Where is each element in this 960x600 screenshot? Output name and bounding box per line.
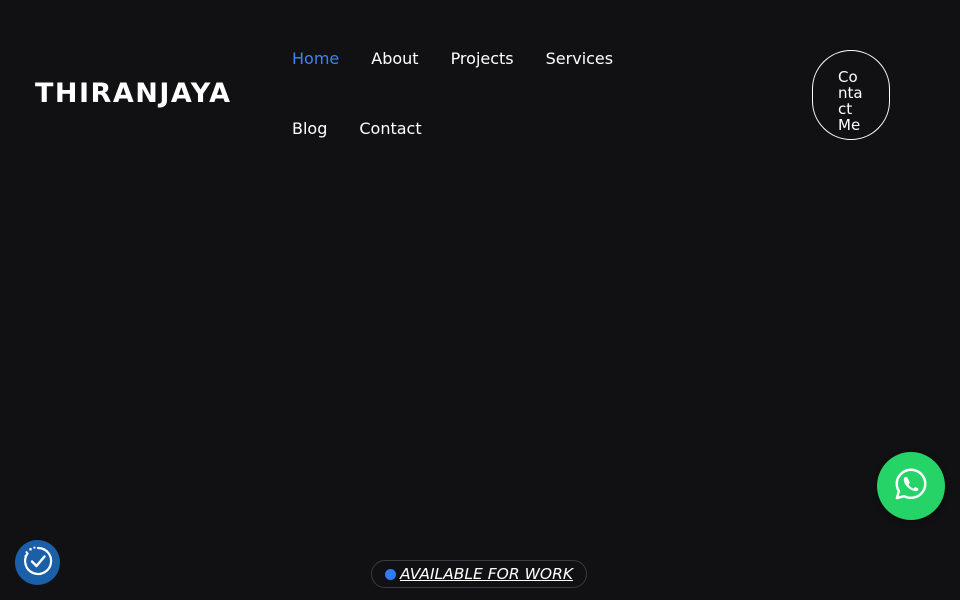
- site-logo[interactable]: THIRANJAYA: [35, 78, 232, 110]
- nav-item-blog[interactable]: Blog: [276, 94, 343, 164]
- available-for-work-label: AVAILABLE FOR WORK: [399, 565, 574, 583]
- nav-item-contact[interactable]: Contact: [343, 94, 437, 164]
- page: THIRANJAYA Home About Projects Services …: [0, 0, 960, 600]
- nav-item-about[interactable]: About: [355, 24, 434, 94]
- status-dot: [384, 568, 396, 580]
- whatsapp-icon: [892, 465, 930, 507]
- nav-item-services[interactable]: Services: [530, 24, 629, 94]
- main-nav: Home About Projects Services Blog Contac…: [276, 24, 636, 164]
- accessibility-icon: [21, 544, 55, 582]
- contact-me-button[interactable]: Contact Me: [812, 50, 890, 140]
- whatsapp-button[interactable]: [877, 452, 945, 520]
- nav-item-home[interactable]: Home: [276, 24, 355, 94]
- available-for-work-badge[interactable]: AVAILABLE FOR WORK: [371, 560, 587, 588]
- accessibility-button[interactable]: [15, 540, 60, 585]
- nav-item-projects[interactable]: Projects: [435, 24, 530, 94]
